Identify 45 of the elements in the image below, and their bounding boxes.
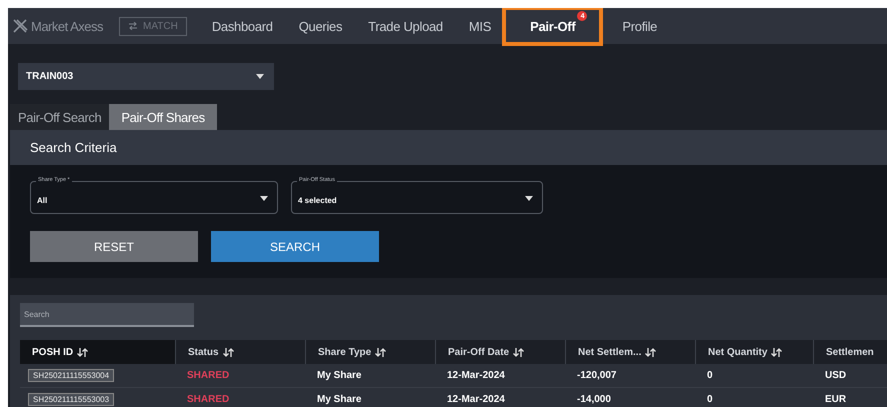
swap-arrows-icon [128, 22, 138, 30]
column-header[interactable]: Net Settlem... [565, 340, 695, 364]
column-header[interactable]: Net Quantity [695, 340, 813, 364]
column-header[interactable]: Pair-Off Date [435, 340, 565, 364]
caret-icon [256, 74, 264, 79]
tab[interactable]: Pair-Off Search [10, 104, 110, 130]
nav-item[interactable]: Trade Upload [355, 8, 456, 44]
nav-item[interactable]: Dashboard [198, 8, 286, 44]
column-header[interactable]: Share Type [305, 340, 435, 364]
nav-item[interactable]: Profile [609, 8, 670, 44]
search-button[interactable]: SEARCH [211, 231, 379, 262]
status-text: SHARED [187, 370, 230, 381]
table-cell: 12-Mar-2024 [447, 370, 505, 381]
panel-title: Search Criteria [30, 140, 117, 155]
table-cell: 0 [707, 370, 713, 381]
status-text: SHARED [187, 394, 230, 405]
table-cell: -120,007 [577, 370, 616, 381]
nav-item[interactable]: Queries [286, 8, 356, 44]
sort-icon [222, 348, 234, 356]
column-header[interactable]: Settlemen [813, 340, 883, 364]
sort-icon [513, 348, 524, 356]
sort-icon [771, 348, 782, 356]
reset-button[interactable]: RESET [30, 231, 198, 262]
caret-icon [525, 196, 533, 201]
caret-icon [260, 196, 268, 201]
account-dropdown[interactable]: TRAIN003 [18, 63, 274, 90]
sort-icon [375, 348, 386, 356]
table-cell: -14,000 [577, 394, 611, 405]
table-cell: USD [825, 370, 846, 381]
sort-icon [77, 348, 88, 356]
table-cell: EUR [825, 394, 846, 405]
sort-icon [645, 348, 656, 356]
logo-text: Market Axess [31, 18, 104, 34]
table-cell: 12-Mar-2024 [447, 394, 505, 405]
table-cell: 0 [707, 394, 713, 405]
nav-item[interactable]: MIS [456, 8, 504, 44]
table-cell: My Share [317, 370, 362, 381]
logo-icon [12, 18, 28, 34]
column-header[interactable]: Status [175, 340, 305, 364]
table-cell: My Share [317, 394, 362, 405]
column-header[interactable]: POSH ID [20, 340, 175, 364]
search-field[interactable]: Search [20, 303, 194, 327]
id-tag: SH250211115553004 [28, 369, 114, 382]
id-tag: SH250211115553003 [28, 393, 114, 406]
tab[interactable]: Pair-Off Shares [109, 104, 217, 130]
